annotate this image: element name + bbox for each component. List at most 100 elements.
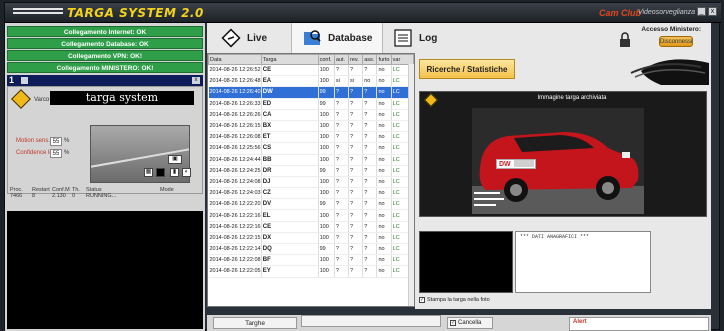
table-row[interactable]: 2014-08-26 12:24:08 DJ 100??? no LC (208, 176, 414, 189)
row-aut: ? (334, 198, 350, 211)
table-row[interactable]: 2014-08-26 12:25:56 CS 100??? no LC (208, 142, 414, 155)
row-plate: CS (261, 142, 319, 155)
cancella-checkbox[interactable]: ✓ (450, 320, 456, 326)
row-furto: no (376, 131, 392, 144)
refresh-icon[interactable]: ◐ (182, 168, 191, 177)
row-aut: ? (334, 131, 350, 144)
row-rev: ? (348, 165, 364, 177)
row-furto: no (376, 265, 392, 278)
table-row[interactable]: 2014-08-26 12:22:16 EL 100??? no LC (208, 209, 414, 222)
plate-mask (514, 160, 534, 167)
color-mode-icon[interactable]: ▦ (144, 168, 153, 177)
table-scrollbar[interactable] (408, 64, 414, 306)
col-header[interactable]: conf. (317, 54, 335, 65)
table-row[interactable]: 2014-08-26 12:24:25 DR 99??? no LC (208, 165, 414, 177)
table-row[interactable]: 2014-08-26 12:26:48 EA 100 si si no no LC (208, 75, 414, 88)
row-furto: no (376, 64, 392, 77)
row-date: 2014-08-26 12:26:52 (208, 64, 262, 77)
table-row[interactable]: 2014-08-26 12:22:15 DX 100??? no LC (208, 232, 414, 245)
stampa-checkbox[interactable]: ✓ (419, 297, 425, 303)
table-row[interactable]: 2014-08-26 12:22:14 DQ 99??? no LC (208, 243, 414, 256)
row-plate: CE (261, 64, 319, 77)
confidence-input[interactable]: 55 (50, 149, 62, 158)
col-header[interactable]: var (390, 54, 414, 65)
row-plate: CZ (261, 187, 319, 200)
row-ass: ? (362, 86, 378, 99)
targhe-button[interactable]: Targhe (213, 317, 297, 329)
row-rev: ? (348, 131, 364, 144)
camera-settings-icon[interactable]: ▣ (168, 155, 182, 164)
row-aut: ? (334, 86, 350, 99)
row-conf: 100 (318, 64, 335, 77)
camera-window-icon[interactable] (21, 77, 28, 84)
motion-input[interactable]: 55 (50, 137, 62, 146)
row-ass: ? (362, 98, 378, 110)
row-aut: ? (334, 120, 350, 133)
ricerche-statistiche-button[interactable]: Ricerche / Statistiche (419, 59, 515, 79)
row-aut: ? (334, 265, 350, 278)
table-row[interactable]: 2014-08-26 12:26:26 CA 100??? no LC (208, 109, 414, 121)
table-row[interactable]: 2014-08-26 12:24:44 BB 100??? no LC (208, 154, 414, 166)
record-icon[interactable] (156, 168, 165, 177)
status-internet: Collegamento Internet: OK (7, 26, 203, 37)
cancella-option[interactable]: ✓ Cancella (447, 317, 493, 329)
row-rev: ? (348, 109, 364, 121)
row-ass: ? (362, 187, 378, 200)
row-plate: BX (261, 120, 319, 133)
row-furto: no (376, 254, 392, 267)
row-aut: ? (334, 142, 350, 155)
camera-close-icon[interactable]: x (192, 77, 200, 84)
row-date: 2014-08-26 12:22:16 (208, 221, 262, 233)
row-furto: no (376, 232, 392, 245)
row-rev: ? (348, 232, 364, 245)
alert-box: Alert (569, 317, 709, 331)
col-header[interactable]: ass. (362, 54, 378, 65)
row-plate: EA (261, 75, 319, 88)
table-row[interactable]: 2014-08-26 12:26:08 ET 100??? no LC (208, 131, 414, 144)
row-rev: ? (348, 86, 364, 99)
row-date: 2014-08-26 12:24:08 (208, 176, 262, 189)
row-aut: ? (334, 254, 350, 267)
stat-proc: 7466 (10, 193, 23, 199)
row-furto: no (376, 98, 392, 110)
disconnect-button[interactable]: Disconnessi (659, 36, 693, 47)
stampa-option[interactable]: ✓ Stampa la targa nella foto (419, 297, 490, 303)
row-plate: BF (261, 254, 319, 267)
minimize-icon[interactable]: _ (697, 7, 706, 16)
row-plate: BB (261, 154, 319, 166)
motion-unit: % (64, 138, 70, 144)
tab-log[interactable]: Log (393, 23, 437, 53)
table-row[interactable]: 2014-08-26 12:22:05 EY 100??? no LC (208, 265, 414, 278)
row-date: 2014-08-26 12:26:48 (208, 75, 262, 88)
row-conf: 99 (318, 86, 335, 99)
plate-crop-view (419, 231, 513, 293)
row-date: 2014-08-26 12:25:56 (208, 142, 262, 155)
row-furto: no (376, 187, 392, 200)
table-row[interactable]: 2014-08-26 12:22:20 DV 99??? no LC (208, 198, 414, 211)
table-row[interactable]: 2014-08-26 12:24:03 CZ 100??? no LC (208, 187, 414, 200)
table-row[interactable]: 2014-08-26 12:26:33 ED 99??? no LC (208, 98, 414, 110)
col-header[interactable]: aut. (333, 54, 350, 65)
filter-box[interactable] (301, 315, 441, 327)
tab-live[interactable]: Live (221, 23, 267, 53)
tab-database[interactable]: Database (291, 23, 384, 53)
table-row[interactable]: 2014-08-26 12:22:16 CE 100??? no LC (208, 221, 414, 233)
col-header[interactable]: furto (376, 54, 392, 65)
row-furto: no (376, 86, 392, 99)
col-header[interactable]: rev. (348, 54, 364, 65)
camera-stats: Proc. Restart Conf.M Th. Status Mode 746… (10, 187, 198, 199)
row-rev: ? (348, 221, 364, 233)
row-furto: no (376, 176, 392, 189)
status-vpn: Collegamento VPN: OK! (7, 50, 203, 61)
pause-icon[interactable]: ▮ (170, 168, 179, 177)
table-row[interactable]: 2014-08-26 12:26:40 DW 99??? no LC (208, 86, 414, 99)
varco-label: Varco (34, 97, 50, 103)
close-icon[interactable]: x (708, 7, 717, 16)
brand-subtitle: Videosorveglianza (637, 9, 695, 16)
table-row[interactable]: 2014-08-26 12:26:52 CE 100??? no LC (208, 64, 414, 77)
table-row[interactable]: 2014-08-26 12:26:15 BX 100??? no LC (208, 120, 414, 133)
col-header[interactable]: Targa (260, 54, 319, 65)
database-folder-icon (304, 30, 321, 45)
table-row[interactable]: 2014-08-26 12:22:08 BF 100??? no LC (208, 254, 414, 267)
col-header[interactable]: Data (208, 54, 262, 65)
